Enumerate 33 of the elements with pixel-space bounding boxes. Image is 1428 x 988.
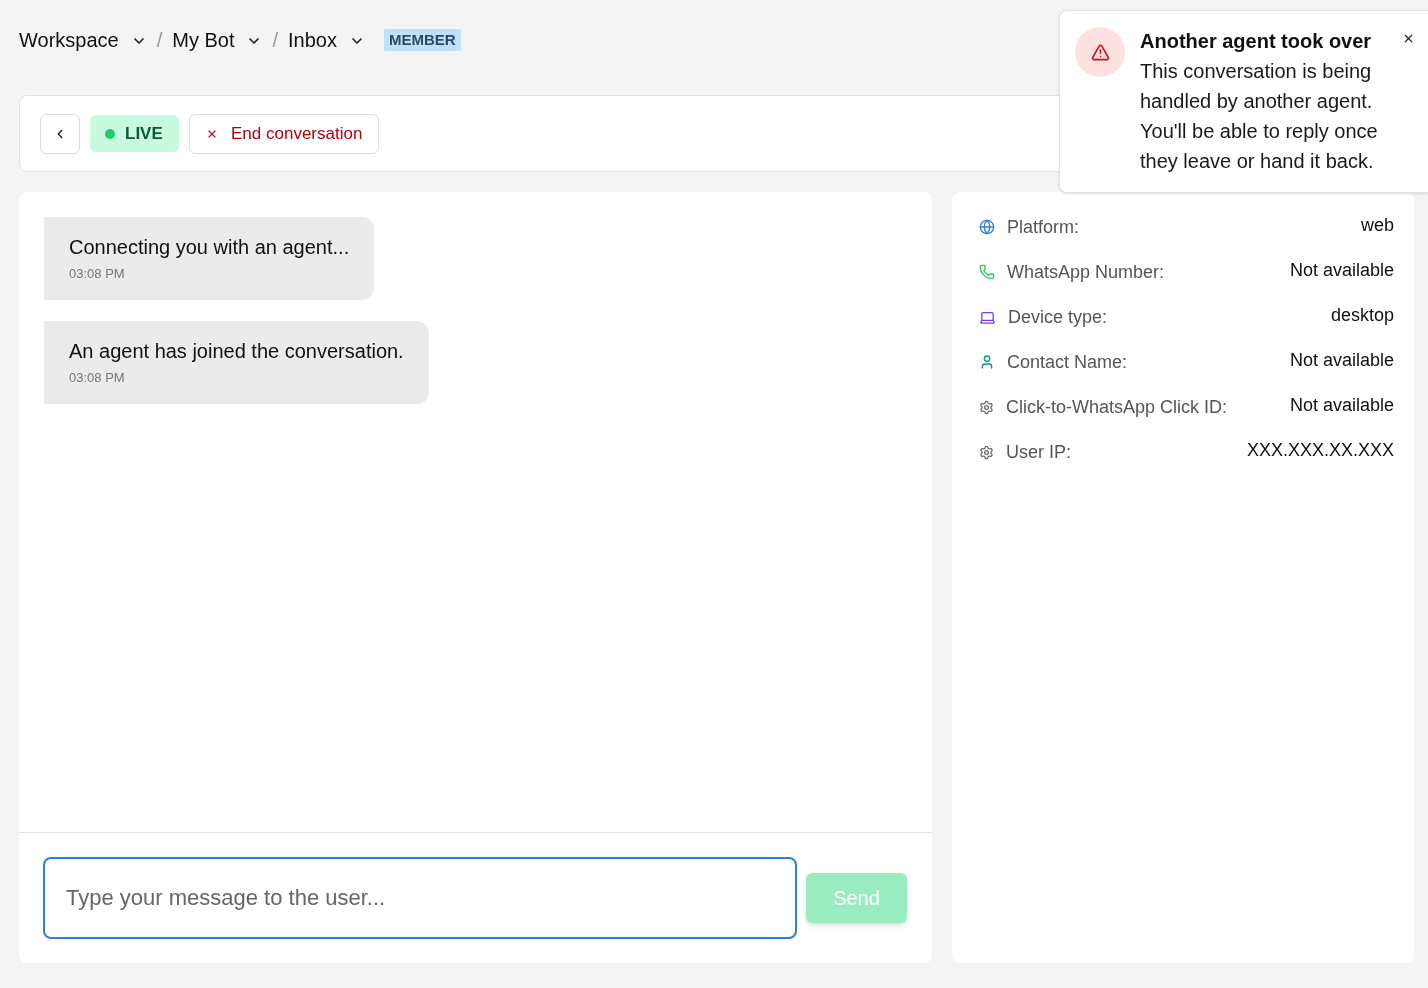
live-label: LIVE <box>125 122 163 145</box>
phone-icon <box>979 264 995 280</box>
globe-icon <box>979 219 995 235</box>
breadcrumb-dropdown[interactable]: Workspace <box>19 25 147 55</box>
breadcrumb-separator: / <box>156 28 163 53</box>
warning-icon <box>1075 27 1125 77</box>
detail-value: XXX.XXX.XX.XXX <box>1246 439 1394 462</box>
detail-value: Not available <box>1289 259 1394 282</box>
message-text: Connecting you with an agent... <box>69 235 350 260</box>
detail-label: Contact Name: <box>1007 350 1128 374</box>
detail-label: Platform: <box>1007 215 1080 239</box>
detail-value: Not available <box>1289 349 1394 372</box>
message-text: An agent has joined the conversation. <box>69 339 404 364</box>
gear-icon <box>979 444 994 460</box>
message-time: 03:08 PM <box>69 266 126 282</box>
toast-title: Another agent took over <box>1140 29 1373 54</box>
breadcrumb-dropdown[interactable]: Inbox <box>288 25 365 55</box>
gear-icon <box>979 399 994 415</box>
detail-value: desktop <box>1330 304 1394 327</box>
breadcrumb-dropdown[interactable]: My Bot <box>172 25 263 55</box>
message-input[interactable]: Type your message to the user... <box>43 857 797 939</box>
detail-label: Device type: <box>1008 305 1108 329</box>
breadcrumb-separator: / <box>272 28 279 53</box>
detail-label: WhatsApp Number: <box>1007 260 1165 284</box>
detail-label: User IP: <box>1006 440 1071 464</box>
message-time: 03:08 PM <box>69 370 126 386</box>
detail-label: Click-to-WhatsApp Click ID: <box>1006 395 1228 419</box>
end-conversation-button[interactable]: End conversation <box>189 113 380 154</box>
detail-value: Not available <box>1289 394 1394 417</box>
detail-value: web <box>1360 214 1394 237</box>
user-icon <box>979 354 995 370</box>
role-badge: MEMBER <box>384 29 461 51</box>
toast-message: This conversation is being handled by another agent. You'll be able to reply once they leave or hand it back. <box>1140 59 1379 174</box>
